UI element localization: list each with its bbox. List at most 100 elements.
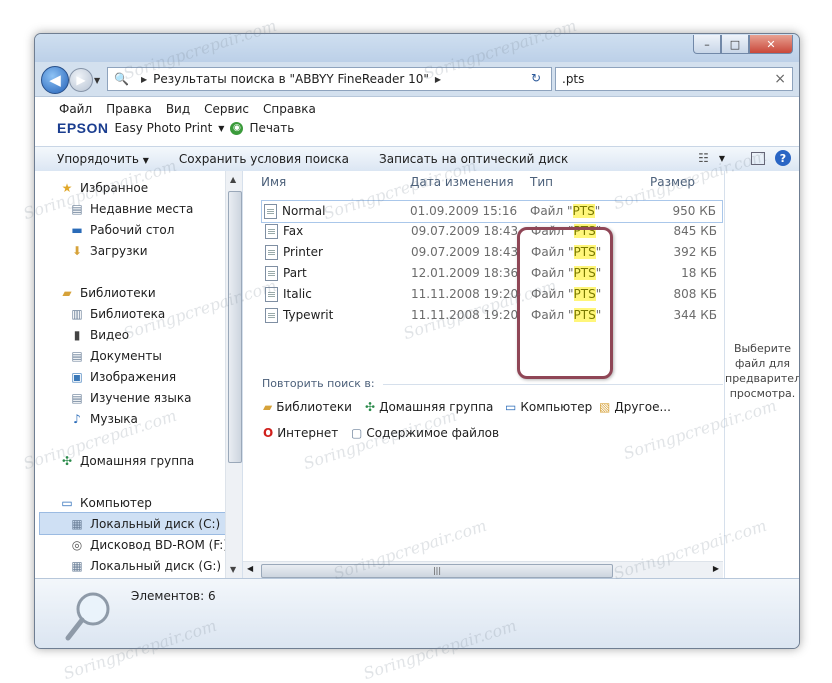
search-box[interactable]: .pts × [555, 67, 793, 91]
file-row[interactable]: Printer 09.07.2009 18:43 Файл "PTS" 392 … [263, 242, 723, 263]
column-header-name[interactable]: Имя [261, 171, 286, 193]
epson-app-button[interactable]: Easy Photo Print [115, 121, 213, 135]
sidebar-item-drive-c[interactable]: ▦ Локальный диск (C:) [69, 517, 220, 531]
other-folder-icon: ▧ [599, 400, 611, 414]
sidebar-item-music[interactable]: ♪ Музыка [69, 412, 138, 426]
item-count: Элементов: 6 [131, 589, 216, 603]
local-disk-icon: ▦ [71, 559, 83, 573]
retry-other-link[interactable]: ▧ Другое... [599, 400, 671, 414]
sidebar-item-documents[interactable]: ▤ Документы [69, 349, 161, 363]
file-icon [264, 204, 277, 219]
view-list-icon[interactable]: ☷ [698, 151, 709, 165]
file-icon [265, 308, 278, 323]
menu-area: Файл Правка Вид Сервис Справка EPSON Eas… [35, 96, 799, 147]
column-header-type[interactable]: Тип [530, 171, 553, 193]
file-icon [265, 224, 278, 239]
forward-button[interactable]: ▶ [69, 68, 93, 92]
file-name: Italic [283, 287, 312, 301]
breadcrumb-chevron-icon[interactable]: ▶ [435, 75, 441, 84]
retry-libraries-link[interactable]: ▰ Библиотеки [263, 400, 352, 414]
retry-computer-link[interactable]: ▭ Компьютер [505, 400, 592, 414]
preview-pane: Выберите файл для предварительного просм… [724, 171, 799, 578]
music-icon: ♪ [73, 412, 81, 426]
print-button[interactable]: Печать [249, 121, 294, 135]
file-row[interactable]: Part 12.01.2009 18:36 Файл "PTS" 18 КБ [263, 263, 723, 284]
file-list-pane: Имя Дата изменения Тип Размер Normal 01.… [243, 171, 723, 578]
file-name: Fax [283, 224, 304, 238]
file-contents-icon: ▢ [351, 426, 363, 440]
scroll-up-icon[interactable]: ▲ [230, 175, 236, 184]
pictures-icon: ▣ [71, 370, 83, 384]
file-name: Printer [283, 245, 323, 259]
retry-homegroup-link[interactable]: ✣ Домашняя группа [365, 400, 493, 414]
breadcrumb-separator-icon[interactable]: ▶ [141, 75, 147, 84]
burn-button[interactable]: Записать на оптический диск [379, 152, 568, 166]
scroll-down-icon[interactable]: ▼ [230, 565, 236, 574]
organize-button[interactable]: Упорядочить ▼ [57, 152, 149, 166]
chevron-down-icon: ▼ [142, 156, 149, 165]
sidebar-item-drive-g[interactable]: ▦ Локальный диск (G:) [69, 559, 221, 573]
sidebar-item-recent[interactable]: ▤ Недавние места [69, 202, 193, 216]
print-icon: ◉ [230, 121, 244, 135]
sidebar-item-desktop[interactable]: ▬ Рабочий стол [69, 223, 174, 237]
sidebar-item-homegroup[interactable]: ✣ Домашняя группа [59, 454, 194, 468]
sidebar-item-computer[interactable]: ▭ Компьютер [59, 496, 152, 510]
sidebar-item-label: Видео [90, 328, 130, 342]
recent-pages-dropdown-icon[interactable]: ▼ [94, 76, 100, 85]
sidebar-item-libraries[interactable]: ▰ Библиотеки [59, 286, 155, 300]
save-search-button[interactable]: Сохранить условия поиска [179, 152, 349, 166]
video-icon: ▮ [73, 328, 81, 342]
file-row[interactable]: Italic 11.11.2008 19:20 Файл "PTS" 808 К… [263, 284, 723, 305]
sidebar-item-favorites[interactable]: ★ Избранное [59, 181, 149, 195]
close-button[interactable]: ✕ [749, 35, 793, 54]
menu-tools[interactable]: Сервис [204, 102, 249, 116]
minimize-button[interactable]: – [693, 35, 721, 54]
sidebar-item-downloads[interactable]: ⬇ Загрузки [69, 244, 148, 258]
sidebar-item-pictures[interactable]: ▣ Изображения [69, 370, 176, 384]
scrollbar-thumb[interactable]: ||| [261, 564, 613, 578]
retry-search-label: Повторить поиск в: [262, 377, 375, 390]
refresh-icon[interactable]: ↻ [521, 67, 551, 89]
address-bar[interactable]: 🔍 ▶ Результаты поиска в "ABBYY FineReade… [107, 67, 552, 91]
address-text[interactable]: Результаты поиска в "ABBYY FineReader 10… [153, 72, 429, 86]
help-icon[interactable]: ? [775, 150, 791, 166]
column-header-size[interactable]: Размер [650, 171, 695, 193]
search-clear-icon[interactable]: × [774, 71, 786, 87]
file-row[interactable]: Typewrit 11.11.2008 19:20 Файл "PTS" 344… [263, 305, 723, 326]
search-input[interactable]: .pts [562, 72, 584, 86]
sidebar-scrollbar[interactable]: ▲ ▼ [225, 171, 242, 578]
sidebar-item-language[interactable]: ▤ Изучение языка [69, 391, 191, 405]
sidebar-item-drive-f[interactable]: ◎ Дисковод BD-ROM (F:) C [69, 538, 240, 552]
epson-dropdown-icon[interactable]: ▼ [218, 124, 224, 133]
file-row[interactable]: Fax 09.07.2009 18:43 Файл "PTS" 845 КБ [263, 221, 723, 242]
preview-pane-icon[interactable] [751, 151, 765, 165]
maximize-button[interactable]: □ [721, 35, 749, 54]
scrollbar-thumb[interactable] [228, 191, 242, 463]
menu-file[interactable]: Файл [59, 102, 92, 116]
file-date: 01.09.2009 15:16 [410, 204, 518, 218]
library-icon: ▥ [71, 307, 83, 321]
menu-help[interactable]: Справка [263, 102, 316, 116]
title-bar[interactable]: – □ ✕ [35, 34, 799, 62]
sidebar-item-video[interactable]: ▮ Видео [69, 328, 129, 342]
scroll-left-icon[interactable]: ◀ [247, 564, 253, 573]
retry-item-label: Интернет [277, 426, 339, 440]
documents-icon: ▤ [71, 349, 83, 363]
file-size: 392 КБ [673, 245, 717, 259]
retry-internet-link[interactable]: O Интернет [263, 426, 338, 440]
file-name: Typewrit [283, 308, 334, 322]
menu-edit[interactable]: Правка [106, 102, 152, 116]
file-date: 09.07.2009 18:43 [411, 224, 519, 238]
column-header-date[interactable]: Дата изменения [410, 171, 514, 193]
sidebar-item-library[interactable]: ▥ Библиотека [69, 307, 165, 321]
file-row[interactable]: Normal 01.09.2009 15:16 Файл "PTS" 950 К… [261, 200, 723, 223]
back-button[interactable]: ◀ [41, 66, 69, 94]
retry-item-label: Библиотеки [276, 400, 352, 414]
view-dropdown-icon[interactable]: ▼ [719, 154, 725, 163]
menu-view[interactable]: Вид [166, 102, 190, 116]
file-name: Part [283, 266, 307, 280]
retry-file-contents-link[interactable]: ▢ Содержимое файлов [351, 426, 499, 440]
desktop-icon: ▬ [71, 223, 83, 237]
scroll-right-icon[interactable]: ▶ [713, 564, 719, 573]
horizontal-scrollbar[interactable]: ◀ ||| ▶ [243, 561, 723, 579]
